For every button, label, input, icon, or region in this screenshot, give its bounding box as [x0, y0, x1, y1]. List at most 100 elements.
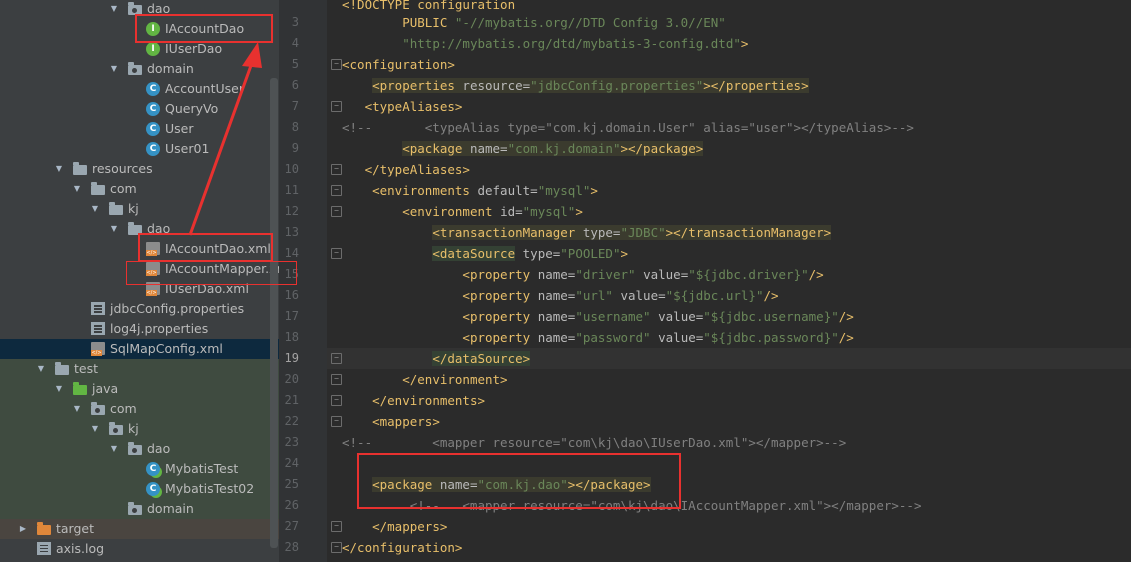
fold-toggle-icon[interactable]: −: [331, 395, 342, 406]
code-token: <environment: [402, 204, 501, 219]
code-token: <package: [402, 141, 470, 156]
highlight-box-iaccountmapper-xml: [126, 261, 297, 285]
line-number-text: 18: [284, 330, 299, 344]
code-token: name=: [469, 141, 508, 156]
line-number-text: 25: [284, 477, 299, 491]
code-token: type=: [522, 246, 561, 261]
line-number-text: 13: [284, 225, 299, 239]
fold-toggle-icon[interactable]: −: [331, 206, 342, 217]
code-token: <configuration>: [342, 57, 455, 72]
code-line[interactable]: </dataSource>: [342, 348, 531, 369]
code-token: "${jdbc.username}": [703, 309, 839, 324]
code-line[interactable]: <package name="com.kj.domain"></package>: [342, 138, 704, 159]
code-line[interactable]: "http://mybatis.org/dtd/mybatis-3-config…: [342, 33, 748, 54]
code-line[interactable]: <properties resource="jdbcConfig.propert…: [342, 75, 809, 96]
code-token: >: [575, 204, 583, 219]
line-number: 28: [0, 537, 300, 558]
code-line[interactable]: <environment id="mysql">: [342, 201, 583, 222]
code-token: "jdbcConfig.properties": [530, 78, 704, 93]
fold-toggle-icon[interactable]: −: [331, 416, 342, 427]
code-token: "${jdbc.password}": [703, 330, 839, 345]
code-line[interactable]: <mappers>: [342, 411, 440, 432]
code-token: <dataSource: [432, 246, 516, 261]
fold-toggle-icon[interactable]: −: [331, 542, 342, 553]
code-line[interactable]: <dataSource type="POOLED">: [342, 243, 628, 264]
line-number-text: 8: [291, 120, 299, 134]
line-number-text: 16: [284, 288, 299, 302]
code-token: <property: [462, 288, 538, 303]
code-token: name=: [537, 309, 576, 324]
fold-toggle-icon[interactable]: −: [331, 353, 342, 364]
code-line[interactable]: <property name="password" value="${jdbc.…: [342, 327, 854, 348]
fold-toggle-icon[interactable]: −: [331, 374, 342, 385]
code-token: >: [740, 36, 749, 51]
code-line[interactable]: PUBLIC "-//mybatis.org//DTD Config 3.0//…: [342, 12, 726, 33]
code-line[interactable]: <typeAliases>: [342, 96, 463, 117]
code-token: />: [838, 330, 854, 345]
code-line[interactable]: </typeAliases>: [342, 159, 470, 180]
fold-toggle-icon[interactable]: −: [331, 59, 342, 70]
code-token: <!-- <mapper resource="com\kj\dao\IUserD…: [342, 435, 847, 450]
line-number: 26: [0, 495, 300, 516]
line-number-text: 3: [291, 15, 299, 29]
code-token: </configuration>: [342, 540, 463, 555]
code-line[interactable]: <transactionManager type="JDBC"></transa…: [342, 222, 832, 243]
code-token: <mappers>: [372, 414, 440, 429]
line-number: 7: [0, 96, 300, 117]
code-token: <property: [462, 330, 538, 345]
code-line[interactable]: <property name="url" value="${jdbc.url}"…: [342, 285, 779, 306]
line-number: 24: [0, 453, 300, 474]
code-line[interactable]: <!-- <typeAlias type="com.kj.domain.User…: [342, 117, 914, 138]
code-line[interactable]: <property name="driver" value="${jdbc.dr…: [342, 264, 823, 285]
code-line[interactable]: <environments default="mysql">: [342, 180, 598, 201]
highlight-box-iaccountdao: [135, 14, 273, 43]
line-number: 5: [0, 54, 300, 75]
line-number: 9: [0, 138, 300, 159]
line-number: 27: [0, 516, 300, 537]
code-line[interactable]: <!-- <mapper resource="com\kj\dao\IUserD…: [342, 432, 846, 453]
code-token: "${jdbc.driver}": [688, 267, 809, 282]
line-number: 22: [0, 411, 300, 432]
code-token: value=: [620, 288, 666, 303]
line-number-text: 9: [291, 141, 299, 155]
code-token: </typeAliases>: [364, 162, 470, 177]
fold-toggle-icon[interactable]: −: [331, 101, 342, 112]
code-token: />: [763, 288, 779, 303]
code-line[interactable]: <configuration>: [342, 54, 455, 75]
code-line[interactable]: </mappers>: [342, 516, 447, 537]
code-line[interactable]: <property name="username" value="${jdbc.…: [342, 306, 853, 327]
line-number-text: 17: [284, 309, 299, 323]
code-token: "password": [575, 330, 659, 345]
fold-toggle-icon[interactable]: −: [331, 164, 342, 175]
code-token: ></properties>: [703, 78, 809, 93]
line-number-text: 21: [284, 393, 299, 407]
code-token: <properties: [372, 78, 463, 93]
code-token: "http://mybatis.org/dtd/mybatis-3-config…: [402, 36, 741, 51]
code-token: <property: [462, 267, 538, 282]
code-token: "username": [575, 309, 659, 324]
fold-toggle-icon[interactable]: −: [331, 521, 342, 532]
fold-toggle-icon[interactable]: −: [331, 248, 342, 259]
code-token: name=: [537, 330, 576, 345]
fold-toggle-icon[interactable]: −: [331, 185, 342, 196]
code-token: "mysql": [522, 204, 576, 219]
code-token: </mappers>: [372, 519, 448, 534]
code-line[interactable]: </configuration>: [342, 537, 462, 558]
code-token: >: [620, 246, 629, 261]
code-token: type=: [582, 225, 621, 240]
code-token: resource=: [462, 78, 531, 93]
code-token: PUBLIC: [342, 15, 455, 30]
code-token: name=: [537, 288, 576, 303]
line-number-text: 27: [284, 519, 299, 533]
code-token: <!-- <typeAlias type="com.kj.domain.User…: [342, 120, 914, 135]
code-token: value=: [658, 330, 704, 345]
code-line[interactable]: </environments>: [342, 390, 485, 411]
code-token: "com.kj.domain": [507, 141, 621, 156]
code-line[interactable]: </environment>: [342, 369, 507, 390]
